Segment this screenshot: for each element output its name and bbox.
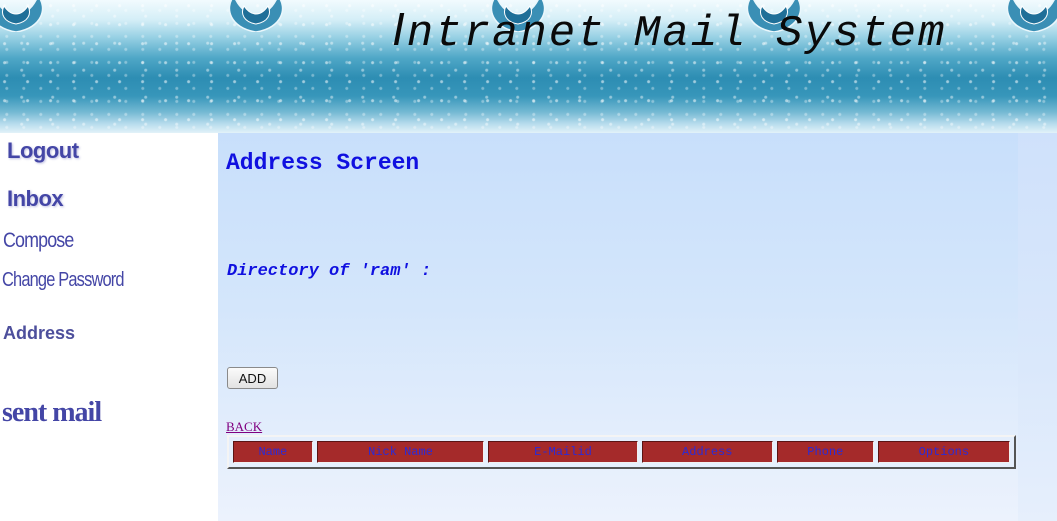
page-title: Address Screen: [226, 150, 420, 176]
app-title-initial: I: [392, 3, 407, 55]
column-header-email: E-Mailid: [488, 441, 638, 463]
floral-ornament-icon: [1006, 0, 1057, 32]
sidebar-item-address[interactable]: Address: [3, 323, 75, 344]
floral-ornament-icon: [0, 0, 44, 32]
table-header-row: Name Nick Name E-Mailid Address Phone Op…: [233, 441, 1010, 463]
back-link[interactable]: BACK: [226, 419, 262, 435]
sidebar-item-change-password[interactable]: Change Password: [2, 269, 125, 292]
add-contact-button[interactable]: ADD: [227, 367, 278, 389]
directory-label: Directory of 'ram' :: [227, 262, 432, 281]
sidebar: Logout Inbox Compose Change Password Add…: [0, 133, 218, 521]
app-window: Intranet Mail System Logout Inbox Compos…: [0, 0, 1057, 521]
floral-ornament-icon: [228, 0, 284, 32]
main-content: Address Screen Directory of 'ram' : ADD …: [218, 133, 1057, 521]
sidebar-item-compose[interactable]: Compose: [3, 229, 74, 253]
address-table: Name Nick Name E-Mailid Address Phone Op…: [227, 435, 1016, 469]
column-header-name: Name: [233, 441, 313, 463]
column-header-address: Address: [641, 441, 773, 463]
app-title: Intranet Mail System: [392, 2, 946, 59]
sidebar-item-logout[interactable]: Logout: [7, 138, 79, 164]
sidebar-item-inbox[interactable]: Inbox: [7, 186, 64, 212]
main-right-strip: [1018, 133, 1057, 521]
column-header-phone: Phone: [776, 441, 874, 463]
column-header-nick-name: Nick Name: [316, 441, 485, 463]
sidebar-item-sent-mail[interactable]: sent mail: [2, 397, 102, 429]
app-title-rest: ntranet Mail System: [406, 9, 947, 59]
column-header-options: Options: [877, 441, 1010, 463]
header-banner: Intranet Mail System: [0, 0, 1057, 133]
